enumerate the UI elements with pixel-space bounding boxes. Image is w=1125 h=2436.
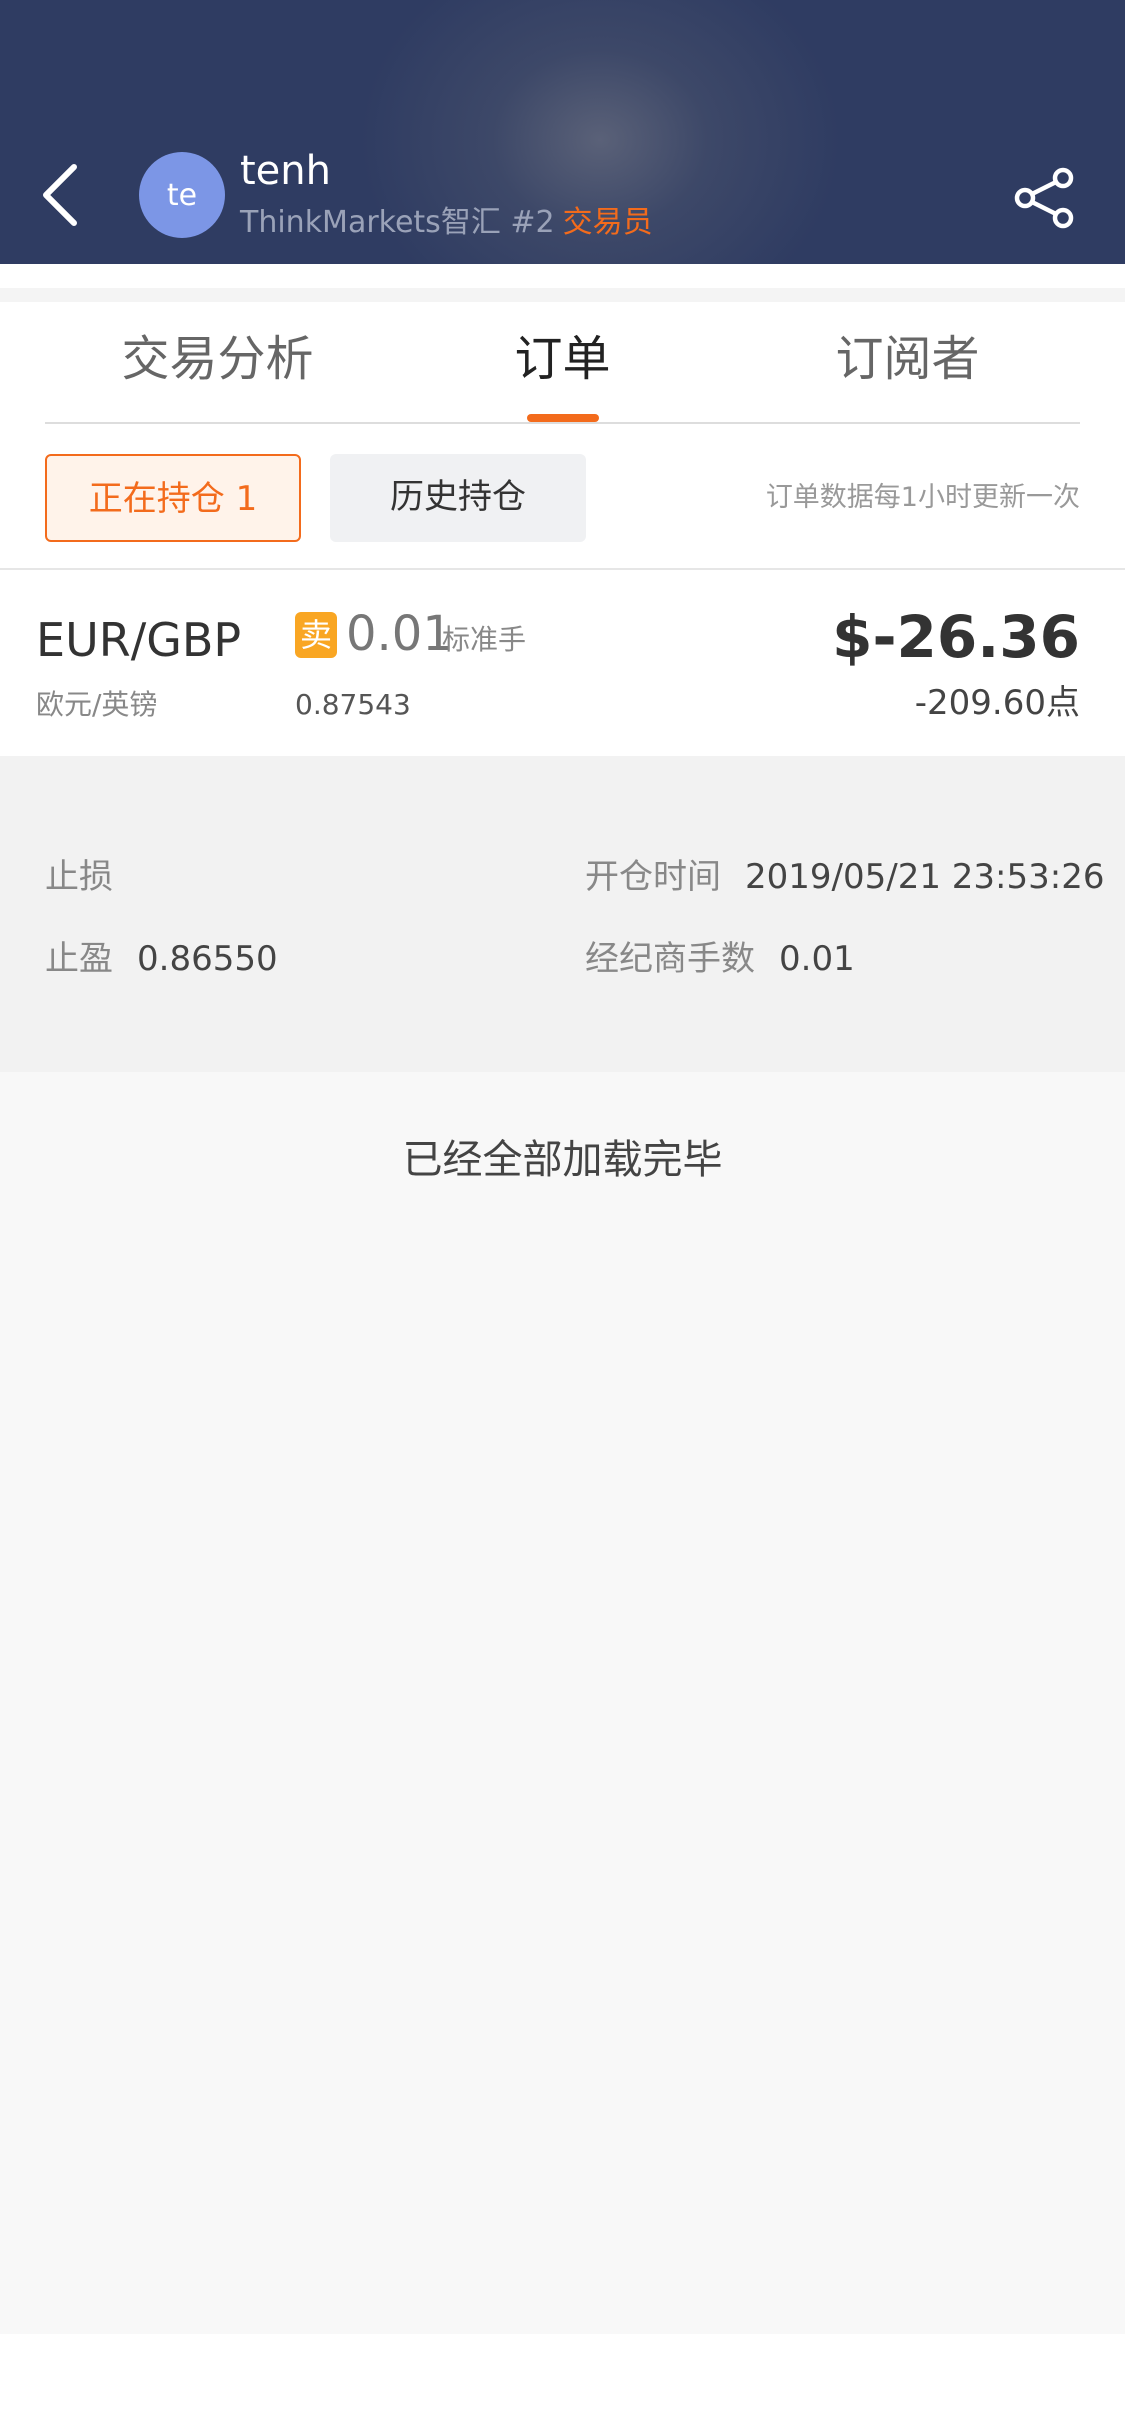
tab-orders[interactable]: 订单: [390, 302, 735, 422]
take-profit-label: 止盈: [45, 939, 113, 979]
broker-rank: ThinkMarkets智汇 #2: [240, 205, 555, 240]
back-arrow-icon: [43, 164, 77, 226]
tab-bar: 交易分析 订单 订阅者: [45, 302, 1080, 424]
order-points: -209.60点: [914, 683, 1080, 723]
trader-role: 交易员: [562, 205, 653, 240]
open-positions-button[interactable]: 正在持仓 1: [45, 454, 301, 542]
share-icon: [1014, 167, 1074, 229]
broker-lots-value: 0.01: [779, 939, 855, 979]
order-lots-unit: 标准手: [442, 623, 527, 656]
order-details-panel: 止损 开仓时间 2019/05/21 23:53:26 止盈 0.86550 经纪商…: [0, 756, 1125, 1072]
trader-subtitle: ThinkMarkets智汇 #2 交易员: [240, 203, 653, 243]
section-divider: [0, 288, 1125, 302]
open-time-label: 开仓时间: [585, 857, 721, 897]
broker-lots-label: 经纪商手数: [585, 939, 755, 979]
open-time-value: 2019/05/21 23:53:26: [745, 857, 1105, 897]
order-page: te tenh ThinkMarkets智汇 #2 交易员 交易分析 订单 订阅者…: [0, 0, 1125, 2436]
order-list-area: 已经全部加载完毕: [0, 1072, 1125, 2334]
tab-trade-analysis[interactable]: 交易分析: [45, 302, 390, 422]
active-tab-indicator: [527, 414, 599, 422]
order-lots: 0.01: [346, 606, 453, 662]
order-card[interactable]: EUR/GBP 欧元/英镑 卖 0.01 标准手 0.87543 $-26.36…: [0, 570, 1125, 756]
trader-name: tenh: [240, 148, 331, 194]
all-loaded-message: 已经全部加载完毕: [402, 1137, 723, 1183]
broker-lots-row: 经纪商手数 0.01: [585, 936, 855, 982]
order-symbol: EUR/GBP: [36, 613, 242, 667]
tab-subscribers[interactable]: 订阅者: [735, 302, 1080, 422]
back-button[interactable]: [30, 150, 90, 240]
trader-header: te tenh ThinkMarkets智汇 #2 交易员: [0, 0, 1125, 264]
stop-loss-label: 止损: [45, 857, 113, 897]
open-time-row: 开仓时间 2019/05/21 23:53:26: [585, 854, 1104, 900]
take-profit-value: 0.86550: [137, 939, 278, 979]
update-frequency-note: 订单数据每1小时更新一次: [765, 482, 1080, 513]
take-profit-row: 止盈 0.86550: [45, 936, 278, 982]
order-open-price: 0.87543: [295, 688, 411, 721]
order-symbol-name: 欧元/英镑: [36, 688, 158, 721]
share-button[interactable]: [1010, 163, 1080, 233]
avatar[interactable]: te: [139, 152, 225, 238]
stop-loss-row: 止损: [45, 854, 137, 900]
order-profit: $-26.36: [832, 603, 1080, 671]
sell-badge: 卖: [295, 612, 337, 658]
header-spacer: [0, 264, 1125, 288]
history-positions-button[interactable]: 历史持仓: [330, 454, 586, 542]
